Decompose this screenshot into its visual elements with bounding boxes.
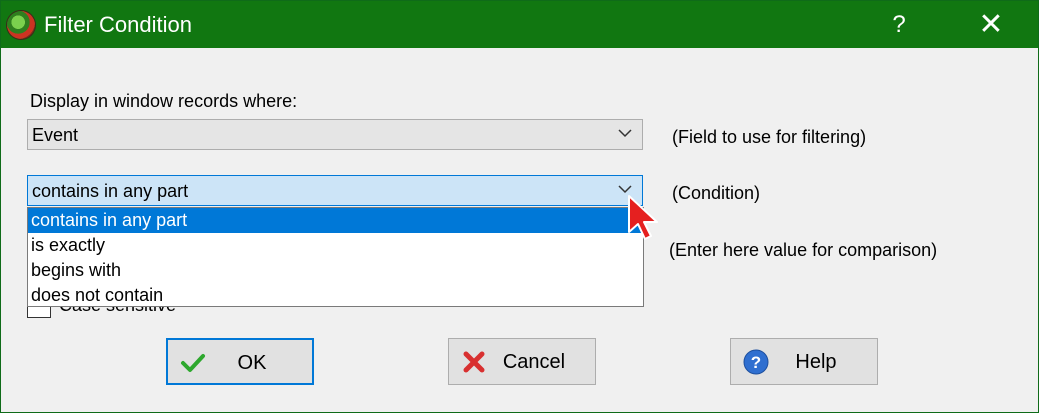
filter-condition-dialog: Filter Condition ? ✕ Display in window r… xyxy=(0,0,1039,413)
ok-label: OK xyxy=(237,352,267,374)
help-question-button[interactable]: ? xyxy=(876,1,922,48)
title-bar: Filter Condition ? ✕ xyxy=(1,1,1038,48)
chevron-down-icon xyxy=(618,185,632,194)
close-button[interactable]: ✕ xyxy=(968,1,1014,48)
condition-dropdown-list: contains in any part is exactly begins w… xyxy=(27,207,644,307)
cancel-button[interactable]: Cancel xyxy=(448,338,596,385)
help-label: Help xyxy=(795,351,837,373)
field-select-value: Event xyxy=(32,125,79,145)
condition-select-value: contains in any part xyxy=(32,181,189,201)
display-records-label: Display in window records where: xyxy=(30,91,298,111)
cancel-label: Cancel xyxy=(502,351,566,373)
app-icon xyxy=(7,11,35,39)
mouse-cursor-icon xyxy=(628,195,658,240)
condition-option[interactable]: contains in any part xyxy=(28,208,643,233)
condition-option[interactable]: does not contain xyxy=(28,283,643,308)
condition-select[interactable]: contains in any part xyxy=(27,175,643,206)
condition-option[interactable]: begins with xyxy=(28,258,643,283)
value-hint: (Enter here value for comparison) xyxy=(669,240,938,260)
condition-hint: (Condition) xyxy=(672,183,761,203)
field-hint: (Field to use for filtering) xyxy=(672,127,867,147)
chevron-down-icon xyxy=(618,129,632,138)
help-button[interactable]: ? Help xyxy=(730,338,878,385)
window-title: Filter Condition xyxy=(44,12,192,37)
field-select[interactable]: Event xyxy=(27,119,643,150)
condition-option[interactable]: is exactly xyxy=(28,233,643,258)
ok-button[interactable]: OK xyxy=(166,338,314,385)
